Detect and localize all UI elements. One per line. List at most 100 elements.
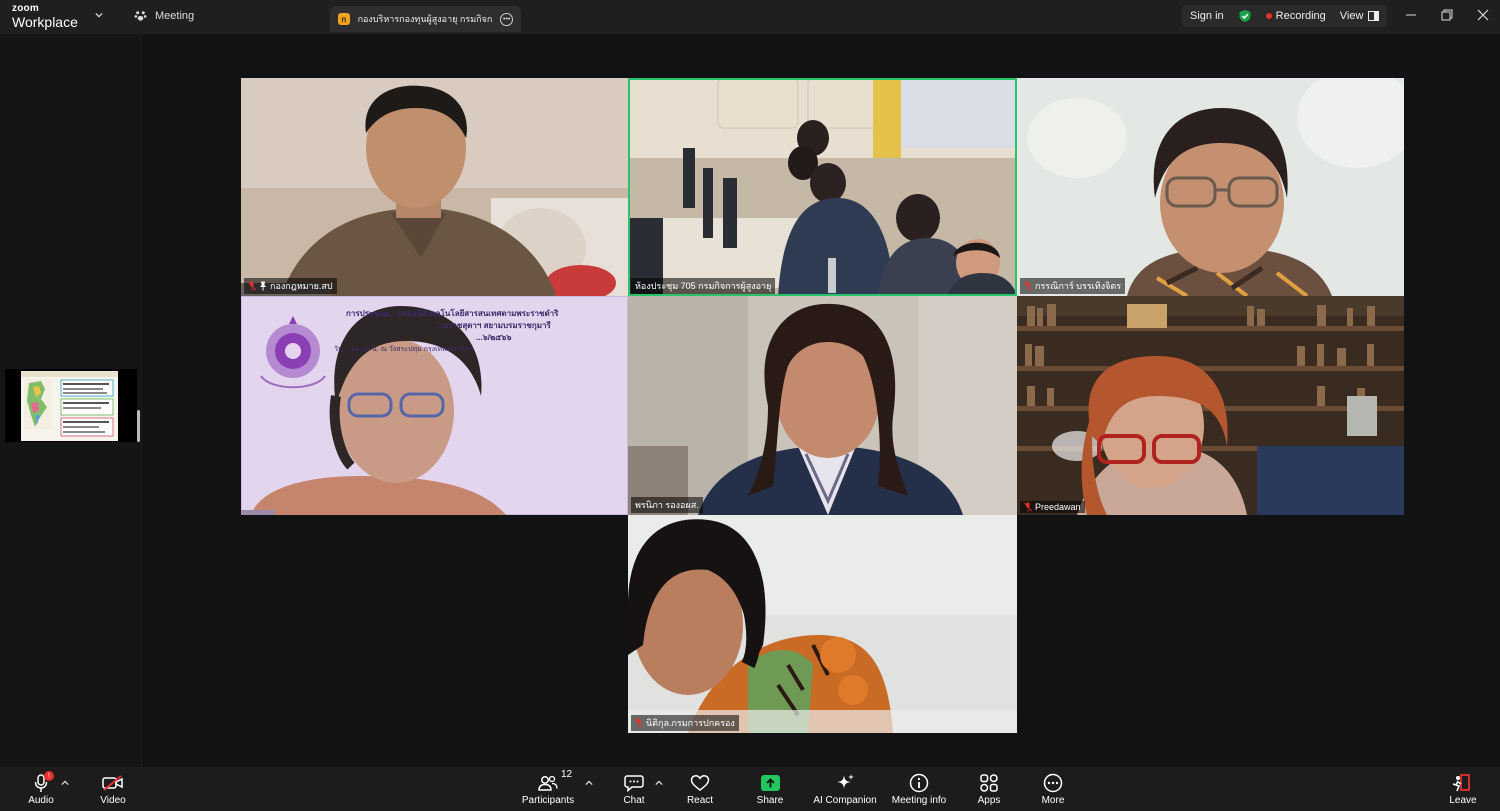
pane-scrollbar[interactable] bbox=[137, 410, 140, 442]
pin-icon bbox=[260, 281, 266, 291]
view-label: View bbox=[1339, 10, 1364, 22]
chat-label: Chat bbox=[623, 795, 645, 806]
more-button[interactable]: More bbox=[1039, 771, 1067, 809]
info-icon bbox=[909, 773, 929, 793]
participant-video bbox=[1017, 78, 1404, 296]
participants-count: 12 bbox=[561, 769, 573, 780]
chat-icon bbox=[624, 775, 644, 792]
react-label: React bbox=[686, 795, 714, 806]
grid-view-icon bbox=[1368, 11, 1380, 21]
minimize-icon[interactable] bbox=[1404, 8, 1418, 22]
apps-label: Apps bbox=[977, 795, 1001, 806]
ai-companion-label: AI Companion bbox=[813, 795, 877, 806]
ai-companion-button[interactable]: AI Companion bbox=[813, 771, 877, 809]
shield-check-icon[interactable] bbox=[1238, 9, 1252, 23]
more-options-icon[interactable]: ••• bbox=[500, 12, 513, 26]
chat-button[interactable]: Chat bbox=[620, 771, 648, 809]
participant-video bbox=[628, 78, 1017, 296]
shared-content-pane bbox=[0, 34, 142, 767]
audio-options-caret-icon[interactable] bbox=[61, 779, 69, 787]
view-button[interactable]: View bbox=[1340, 10, 1380, 22]
mic-muted-icon bbox=[248, 281, 256, 291]
recording-indicator[interactable]: Recording bbox=[1265, 10, 1326, 22]
ai-sparkle-icon bbox=[837, 774, 854, 789]
leave-icon bbox=[1452, 774, 1470, 792]
video-tile-active-speaker[interactable]: ห้องประชุม 705 กรมกิจการผู้สูงอายุ bbox=[628, 78, 1017, 296]
slide-line: ...๖/๒๕๖๖ bbox=[476, 333, 512, 342]
shared-screen-thumbnail[interactable] bbox=[5, 369, 137, 442]
share-button[interactable]: Share bbox=[755, 771, 785, 809]
participant-name: กองกฎหมาย.สป bbox=[270, 281, 333, 291]
slide-line: ...นราชสุดาฯ สยามบรมราชกุมารี bbox=[436, 321, 551, 330]
slide-line: การประชุมอ... กรมอนิธิเทคโนโลยีสารสนเทศต… bbox=[346, 309, 559, 318]
slide-line: วัน... ๑๑.๐๐ น. ณ วังสระปทุม กรุงเทพมหาน… bbox=[334, 346, 474, 353]
participant-name: กรรณิการ์ บรรเทิงจิตร bbox=[1035, 281, 1122, 291]
title-bar: zoom Workplace Meeting ก กองบริหารกองทุน… bbox=[0, 0, 1500, 34]
chat-options-caret-icon[interactable] bbox=[655, 779, 663, 787]
participant-nametag: Preedawan bbox=[1020, 501, 1085, 513]
participant-nametag: พรนิภา รองอผส. bbox=[631, 497, 703, 513]
more-icon bbox=[1043, 773, 1063, 793]
share-label: Share bbox=[756, 795, 784, 806]
participant-nametag: นิติกุล.กรมการปกครอง bbox=[631, 715, 739, 731]
participant-video bbox=[628, 515, 1017, 733]
video-tile-participant[interactable]: กองกฎหมาย.สป bbox=[241, 78, 628, 296]
participants-icon bbox=[538, 775, 558, 791]
meeting-tab-title: กองบริหารกองทุนผู้สูงอายุ กรมกิจการผู้ส bbox=[357, 14, 493, 24]
close-icon[interactable] bbox=[1476, 8, 1490, 22]
shared-document-preview bbox=[21, 371, 118, 441]
chevron-down-icon[interactable] bbox=[95, 11, 103, 19]
restore-icon[interactable] bbox=[1440, 8, 1454, 22]
participant-name: พรนิภา รองอผส. bbox=[635, 500, 699, 510]
leave-label: Leave bbox=[1449, 795, 1477, 806]
participant-name: ห้องประชุม 705 กรมกิจการผู้สูงอายุ bbox=[635, 281, 772, 291]
video-button[interactable]: Video bbox=[98, 771, 128, 809]
participant-nametag: กรรณิการ์ บรรเทิงจิตร bbox=[1020, 278, 1126, 294]
participant-video bbox=[628, 296, 1017, 515]
more-label: More bbox=[1041, 795, 1065, 806]
video-label: Video bbox=[100, 795, 126, 806]
video-off-icon bbox=[102, 775, 123, 791]
mic-muted-icon bbox=[1024, 502, 1032, 512]
mic-muted-icon bbox=[1024, 281, 1032, 291]
audio-warning-badge: ! bbox=[44, 771, 54, 781]
zoom-logo[interactable]: zoom Workplace bbox=[12, 3, 78, 30]
audio-label: Audio bbox=[28, 795, 54, 806]
logo-zoom-text: zoom bbox=[12, 3, 39, 14]
participants-options-caret-icon[interactable] bbox=[585, 779, 593, 787]
meeting-controls-toolbar: ! Audio Video Participants 12 Chat React… bbox=[0, 767, 1500, 811]
video-tile-participant[interactable]: Preedawan bbox=[1017, 296, 1404, 515]
participant-nametag: กองกฎหมาย.สป bbox=[244, 278, 337, 294]
meeting-tab-icon: ก bbox=[338, 13, 350, 25]
meeting-menu[interactable]: Meeting bbox=[134, 9, 194, 22]
participant-video bbox=[241, 78, 628, 296]
sign-in-button[interactable]: Sign in bbox=[1190, 10, 1224, 22]
audio-button[interactable]: ! Audio bbox=[24, 771, 58, 809]
logo-workplace-text: Workplace bbox=[12, 14, 78, 30]
participant-name: นิติกุล.กรมการปกครอง bbox=[646, 718, 735, 728]
paw-icon bbox=[134, 11, 147, 21]
recording-label: Recording bbox=[1275, 10, 1326, 22]
meeting-info-button[interactable]: Meeting info bbox=[892, 771, 946, 809]
video-tile-participant[interactable]: พรนิภา รองอผส. bbox=[628, 296, 1017, 515]
react-button[interactable]: React bbox=[686, 771, 714, 809]
apps-icon bbox=[980, 774, 998, 792]
header-actions: Sign in Recording View bbox=[1182, 5, 1388, 27]
recording-dot-icon bbox=[1265, 13, 1272, 19]
mic-muted-icon bbox=[635, 718, 643, 728]
meeting-info-label: Meeting info bbox=[891, 795, 947, 806]
meeting-menu-label: Meeting bbox=[155, 9, 195, 22]
participant-video bbox=[1017, 296, 1404, 515]
video-tile-participant[interactable]: กรรณิการ์ บรรเทิงจิตร bbox=[1017, 78, 1404, 296]
video-tile-participant[interactable]: นิติกุล.กรมการปกครอง bbox=[628, 515, 1017, 733]
participant-name: Preedawan bbox=[1035, 502, 1081, 512]
participants-label: Participants bbox=[521, 795, 575, 806]
heart-icon bbox=[690, 775, 710, 791]
participant-nametag: ห้องประชุม 705 กรมกิจการผู้สูงอายุ bbox=[631, 278, 776, 294]
apps-button[interactable]: Apps bbox=[975, 771, 1003, 809]
share-screen-icon bbox=[760, 775, 780, 791]
leave-button[interactable]: Leave bbox=[1449, 771, 1477, 809]
video-tile-participant[interactable]: การประชุมอ... กรมอนิธิเทคโนโลยีสารสนเทศต… bbox=[241, 296, 628, 515]
slide-text: การประชุมอ... กรมอนิธิเทคโนโลยีสารสนเทศต… bbox=[334, 308, 626, 356]
meeting-tab[interactable]: ก กองบริหารกองทุนผู้สูงอายุ กรมกิจการผู้… bbox=[330, 6, 521, 32]
